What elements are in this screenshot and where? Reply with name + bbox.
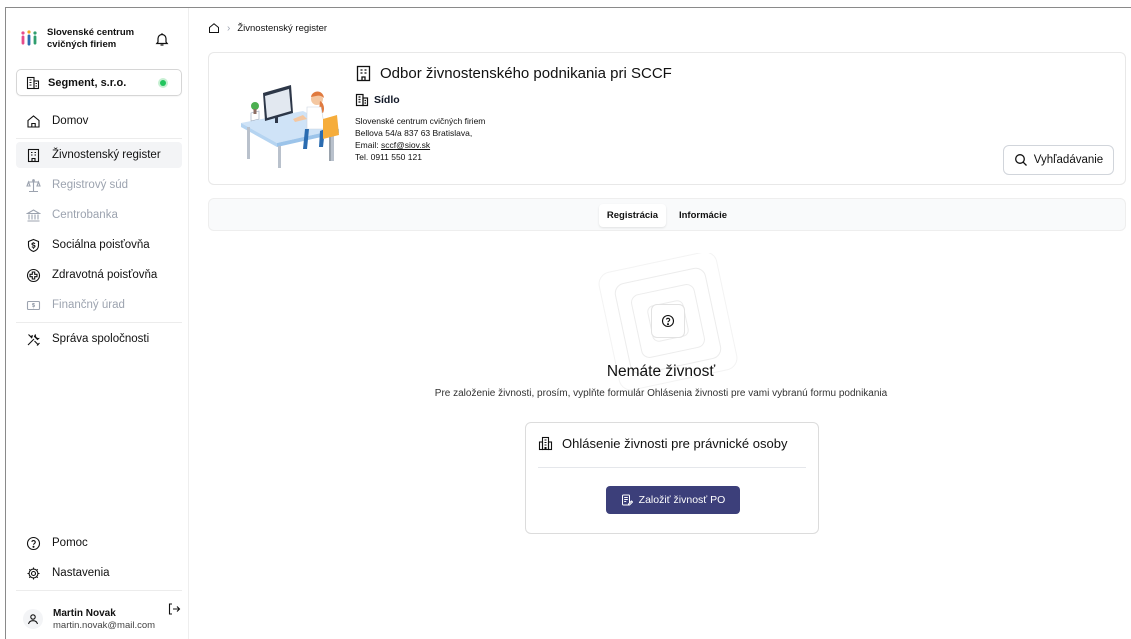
document-edit-icon <box>621 494 633 506</box>
user-icon <box>27 614 39 625</box>
company-name: Segment, s.r.o. <box>48 76 127 89</box>
building-icon <box>355 93 369 107</box>
create-trade-po-button[interactable]: Založiť živnosť PO <box>606 486 740 514</box>
divider <box>16 138 182 139</box>
empty-state-description: Pre založenie živnosti, prosím, vyplňte … <box>434 388 888 399</box>
sidebar-item-label: Pomoc <box>52 537 88 549</box>
email-link[interactable]: sccf@siov.sk <box>381 140 430 150</box>
form-card-header: Ohlásenie živnosti pre právnické osoby <box>538 436 787 451</box>
sidebar-item-domov[interactable]: Domov <box>16 108 182 134</box>
avatar <box>23 609 43 629</box>
tab-bar: Registrácia Informácie <box>208 198 1126 231</box>
sidebar-item-zivnostensky-register[interactable]: Živnostenský register <box>16 142 182 168</box>
sidebar-item-label: Živnostenský register <box>52 149 161 161</box>
sidebar-item-label: Správa spoločnosti <box>52 333 150 345</box>
search-button[interactable]: Vyhľadávanie <box>1003 145 1114 175</box>
brand-logo-icon <box>21 30 37 46</box>
office-building-icon <box>27 148 40 162</box>
empty-state-icon-box <box>651 304 685 338</box>
phone-line: Tel. 0911 550 121 <box>355 152 422 162</box>
scales-icon <box>26 178 41 192</box>
bank-icon <box>26 208 41 222</box>
create-trade-po-label: Založiť živnosť PO <box>638 494 726 506</box>
home-icon[interactable] <box>208 22 220 34</box>
empty-state-title: Nemáte živnosť <box>606 363 716 380</box>
shield-dollar-icon <box>27 238 40 252</box>
logout-icon[interactable] <box>167 602 181 616</box>
email-line: Email: sccf@siov.sk <box>355 139 485 151</box>
address-line: Bellova 54/a 837 63 Bratislava, <box>355 128 473 138</box>
user-profile[interactable]: Martin Novak martin.novak@mail.com <box>17 598 187 638</box>
breadcrumb-current: Živnostenský register <box>237 22 328 34</box>
sidebar-item-centrobanka[interactable]: Centrobanka <box>16 202 182 228</box>
office-building-icon <box>356 65 371 82</box>
sidebar-item-financny-urad[interactable]: Finančný úrad <box>16 292 182 318</box>
divider <box>16 322 182 323</box>
tab-registracia[interactable]: Registrácia <box>599 204 666 227</box>
status-online-indicator <box>160 80 166 86</box>
sidebar-item-zdravotna-poistovna[interactable]: Zdravotná poisťovňa <box>16 262 182 288</box>
office-desk-illustration <box>241 85 339 168</box>
sidebar-item-nastavenia[interactable]: Nastavenia <box>16 560 182 586</box>
gear-icon <box>27 567 40 579</box>
sidebar-item-socialna-poistovna[interactable]: Sociálna poisťovňa <box>16 232 182 258</box>
divider <box>16 590 182 591</box>
search-icon <box>1014 154 1027 166</box>
sidebar-item-sprava-spolocnosti[interactable]: Správa spoločnosti <box>16 326 182 352</box>
home-icon <box>27 114 40 128</box>
sidebar-item-registrovy-sud[interactable]: Registrový súd <box>16 172 182 198</box>
sidebar-item-label: Nastavenia <box>52 567 110 579</box>
office-title: Odbor živnostenského podnikania pri SCCF <box>380 65 672 82</box>
brand[interactable]: Slovenské centrum cvičných firiem <box>20 27 142 51</box>
empty-state: Nemáte živnosť Pre založenie živnosti, p… <box>190 253 1131 553</box>
sidebar: Slovenské centrum cvičných firiem Segmen… <box>6 8 189 639</box>
sidebar-item-label: Registrový súd <box>52 179 129 191</box>
sidebar-item-pomoc[interactable]: Pomoc <box>16 530 182 556</box>
help-icon <box>661 314 675 328</box>
office-info-card: Odbor živnostenského podnikania pri SCCF… <box>208 52 1126 185</box>
form-card-title: Ohlásenie živnosti pre právnické osoby <box>562 436 788 451</box>
address-line: Slovenské centrum cvičných firiem <box>355 116 486 126</box>
sidebar-item-label: Centrobanka <box>52 209 118 221</box>
brand-name: Slovenské centrum cvičných firiem <box>47 27 135 50</box>
seat-row: Sídlo <box>355 93 400 107</box>
form-card-pravnicke-osoby: Ohlásenie živnosti pre právnické osoby Z… <box>525 422 819 534</box>
breadcrumb: › Živnostenský register <box>208 22 327 34</box>
divider <box>538 467 806 468</box>
bell-icon[interactable] <box>154 31 170 47</box>
medical-cross-icon <box>26 268 41 282</box>
building-icon <box>26 76 40 89</box>
office-address: Slovenské centrum cvičných firiem Bellov… <box>355 115 485 163</box>
app-window: Slovenské centrum cvičných firiem Segmen… <box>5 7 1131 639</box>
user-name: Martin Novak <box>53 608 116 619</box>
seat-label: Sídlo <box>374 94 400 106</box>
sidebar-item-label: Sociálna poisťovňa <box>52 239 150 251</box>
office-title-row: Odbor živnostenského podnikania pri SCCF <box>355 65 672 82</box>
sidebar-item-label: Finančný úrad <box>52 299 125 311</box>
money-icon <box>26 300 41 310</box>
buildings-icon <box>538 436 553 451</box>
email-prefix: Email: <box>355 140 381 150</box>
sidebar-item-label: Zdravotná poisťovňa <box>52 269 158 281</box>
user-email: martin.novak@mail.com <box>53 620 156 631</box>
tools-icon <box>27 333 40 346</box>
tab-informacie[interactable]: Informácie <box>672 204 734 227</box>
main-content: › Živnostenský register Odbor živnostens… <box>190 8 1131 639</box>
help-icon <box>26 536 41 550</box>
sidebar-item-label: Domov <box>52 115 89 127</box>
company-selector[interactable]: Segment, s.r.o. <box>16 69 182 96</box>
search-button-label: Vyhľadávanie <box>1033 154 1104 166</box>
chevron-right-icon: › <box>227 22 231 34</box>
